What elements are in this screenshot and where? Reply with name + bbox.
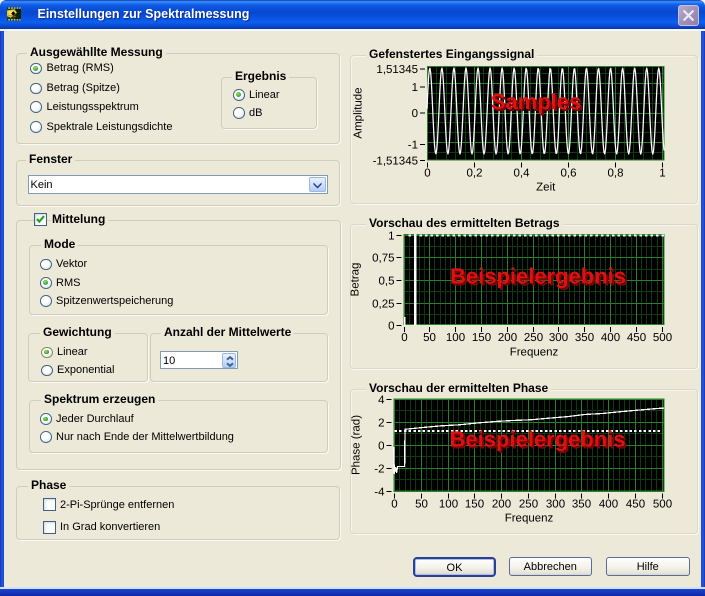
svg-text:400: 400 (601, 332, 620, 344)
svg-text:Zeit: Zeit (536, 182, 556, 194)
svg-text:Beispielergebnis: Beispielergebnis (449, 427, 625, 452)
svg-text:0,8: 0,8 (608, 168, 624, 180)
svg-text:Phase (rad): Phase (rad) (351, 415, 363, 475)
svg-text:200: 200 (492, 499, 511, 511)
svg-text:50: 50 (423, 332, 436, 344)
svg-text:0: 0 (424, 168, 430, 180)
svg-text:Beispielergebnis: Beispielergebnis (450, 264, 626, 289)
svg-text:Frequenz: Frequenz (505, 513, 554, 525)
svg-text:Betrag: Betrag (350, 263, 362, 297)
svg-text:1: 1 (659, 168, 665, 180)
svg-text:4: 4 (378, 395, 385, 407)
svg-text:250: 250 (519, 499, 538, 511)
svg-text:-4: -4 (374, 487, 385, 499)
svg-text:1,51345: 1,51345 (376, 64, 418, 76)
svg-text:0: 0 (391, 499, 397, 511)
svg-text:400: 400 (599, 499, 618, 511)
svg-text:1: 1 (388, 231, 394, 243)
svg-text:-2: -2 (374, 464, 384, 476)
svg-text:50: 50 (415, 499, 428, 511)
svg-text:0,4: 0,4 (514, 168, 531, 180)
svg-text:0: 0 (378, 441, 384, 453)
svg-text:150: 150 (472, 332, 491, 344)
svg-text:350: 350 (575, 332, 594, 344)
svg-text:500: 500 (653, 499, 672, 511)
svg-text:0: 0 (412, 108, 418, 120)
svg-text:0: 0 (388, 321, 394, 333)
svg-text:450: 450 (626, 499, 645, 511)
svg-text:300: 300 (549, 332, 568, 344)
svg-text:Samples: Samples (491, 89, 582, 114)
svg-text:0: 0 (401, 332, 407, 344)
svg-text:0,6: 0,6 (561, 168, 577, 180)
svg-text:100: 100 (439, 499, 458, 511)
svg-text:0,5: 0,5 (379, 276, 395, 288)
svg-text:0,25: 0,25 (372, 299, 394, 311)
svg-text:450: 450 (627, 332, 646, 344)
svg-text:200: 200 (498, 332, 517, 344)
svg-text:150: 150 (465, 499, 484, 511)
svg-text:0,75: 0,75 (372, 253, 394, 265)
svg-text:Amplitude: Amplitude (353, 87, 365, 138)
svg-text:100: 100 (446, 332, 465, 344)
svg-text:Frequenz: Frequenz (510, 347, 559, 359)
svg-text:1: 1 (412, 82, 418, 94)
svg-text:350: 350 (572, 499, 591, 511)
svg-text:-1: -1 (408, 140, 418, 152)
svg-text:2: 2 (378, 418, 384, 430)
svg-text:300: 300 (546, 499, 565, 511)
svg-text:-1,51345: -1,51345 (373, 155, 418, 167)
svg-text:0,2: 0,2 (467, 168, 483, 180)
svg-text:250: 250 (524, 332, 543, 344)
svg-text:500: 500 (653, 332, 672, 344)
